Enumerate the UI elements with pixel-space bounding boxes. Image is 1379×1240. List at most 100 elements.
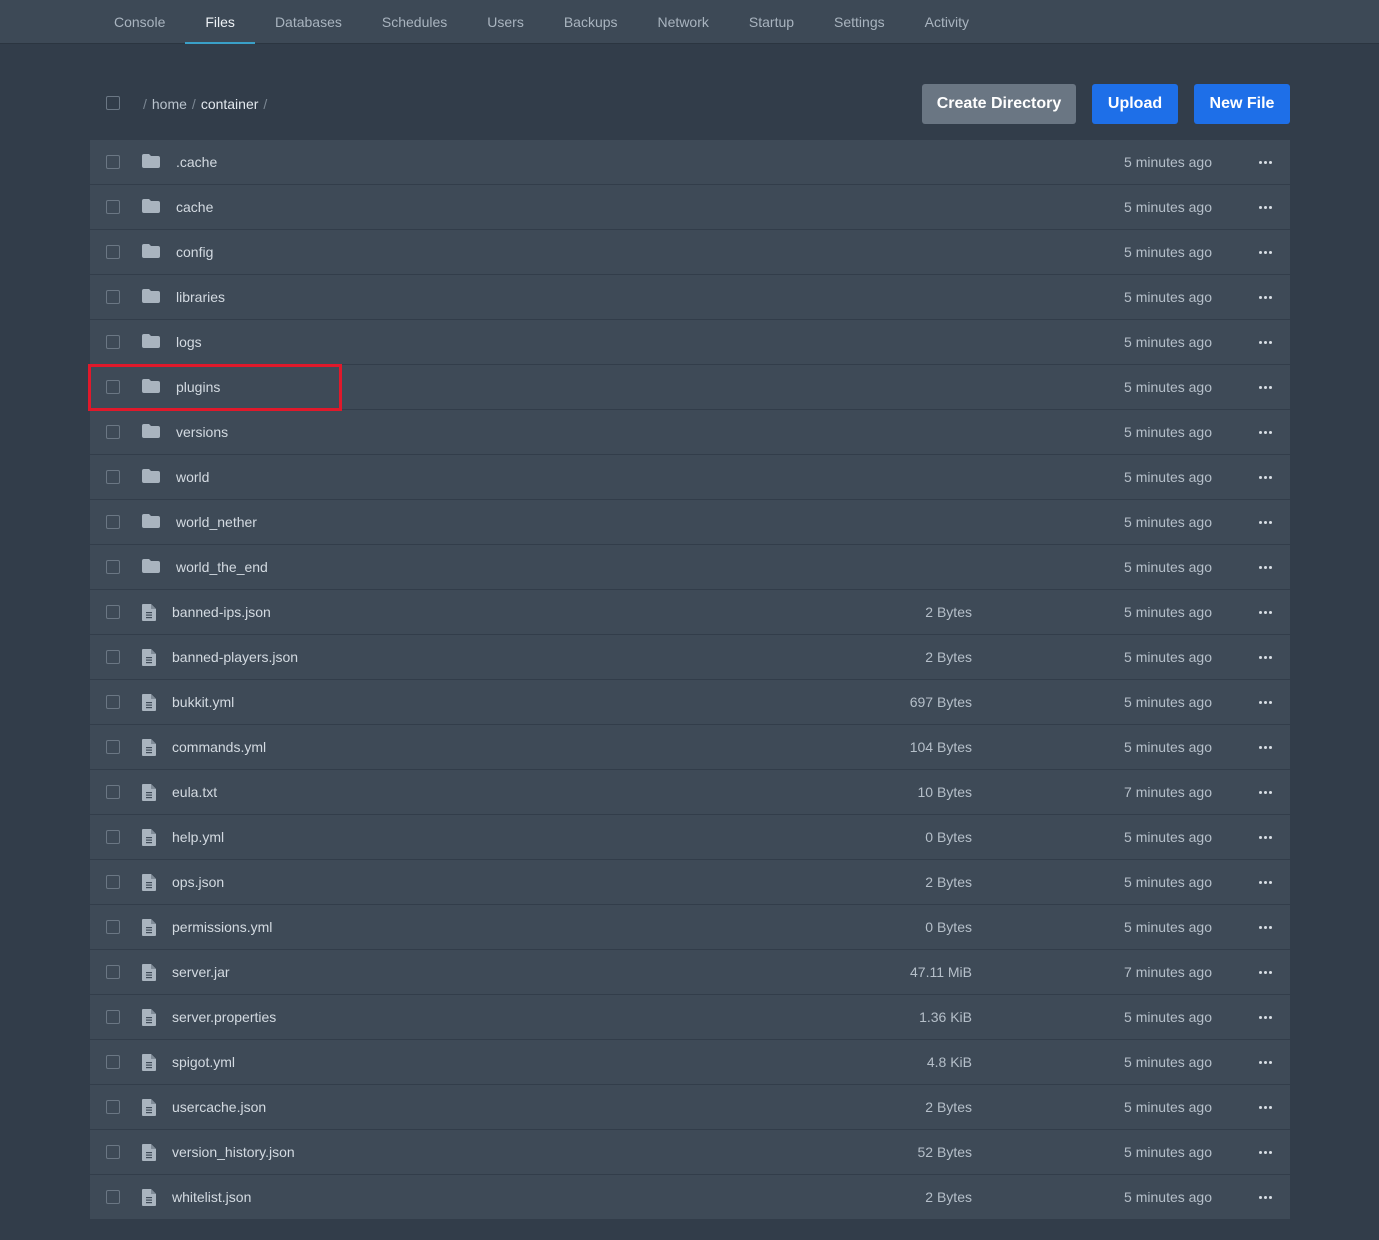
row-checkbox[interactable] (106, 740, 120, 754)
tab-schedules[interactable]: Schedules (362, 0, 467, 43)
file-name[interactable]: config (176, 230, 213, 274)
row-checkbox[interactable] (106, 785, 120, 799)
file-name[interactable]: ops.json (172, 860, 224, 904)
file-name[interactable]: world (176, 455, 209, 499)
new-file-button[interactable]: New File (1194, 84, 1290, 124)
more-options-icon[interactable] (1256, 455, 1274, 499)
file-name[interactable]: cache (176, 185, 213, 229)
select-all-checkbox[interactable] (106, 96, 120, 110)
more-options-icon[interactable] (1256, 1175, 1274, 1219)
more-options-icon[interactable] (1256, 500, 1274, 544)
more-options-icon[interactable] (1256, 950, 1274, 994)
more-options-icon[interactable] (1256, 905, 1274, 949)
more-options-icon[interactable] (1256, 140, 1274, 184)
file-row[interactable]: banned-players.json 2 Bytes 5 minutes ago (90, 635, 1290, 679)
row-checkbox[interactable] (106, 470, 120, 484)
file-name[interactable]: .cache (176, 140, 217, 184)
tab-network[interactable]: Network (638, 0, 729, 43)
more-options-icon[interactable] (1256, 590, 1274, 634)
more-options-icon[interactable] (1256, 545, 1274, 589)
file-row[interactable]: help.yml 0 Bytes 5 minutes ago (90, 815, 1290, 859)
row-checkbox[interactable] (106, 875, 120, 889)
file-row[interactable]: ops.json 2 Bytes 5 minutes ago (90, 860, 1290, 904)
upload-button[interactable]: Upload (1092, 84, 1178, 124)
more-options-icon[interactable] (1256, 635, 1274, 679)
row-checkbox[interactable] (106, 1055, 120, 1069)
tab-startup[interactable]: Startup (729, 0, 814, 43)
file-name[interactable]: server.jar (172, 950, 230, 994)
file-row[interactable]: bukkit.yml 697 Bytes 5 minutes ago (90, 680, 1290, 724)
file-name[interactable]: libraries (176, 275, 225, 319)
tab-users[interactable]: Users (467, 0, 544, 43)
more-options-icon[interactable] (1256, 1040, 1274, 1084)
tab-backups[interactable]: Backups (544, 0, 638, 43)
row-checkbox[interactable] (106, 155, 120, 169)
row-checkbox[interactable] (106, 425, 120, 439)
file-name[interactable]: whitelist.json (172, 1175, 251, 1219)
more-options-icon[interactable] (1256, 275, 1274, 319)
file-name[interactable]: eula.txt (172, 770, 217, 814)
row-checkbox[interactable] (106, 965, 120, 979)
file-row[interactable]: config 5 minutes ago (90, 230, 1290, 274)
row-checkbox[interactable] (106, 290, 120, 304)
row-checkbox[interactable] (106, 200, 120, 214)
file-row[interactable]: version_history.json 52 Bytes 5 minutes ag… (90, 1130, 1290, 1174)
row-checkbox[interactable] (106, 650, 120, 664)
file-name[interactable]: spigot.yml (172, 1040, 235, 1084)
file-row[interactable]: commands.yml 104 Bytes 5 minutes ago (90, 725, 1290, 769)
row-checkbox[interactable] (106, 1010, 120, 1024)
file-name[interactable]: world_nether (176, 500, 257, 544)
more-options-icon[interactable] (1256, 815, 1274, 859)
file-name[interactable]: server.properties (172, 995, 276, 1039)
more-options-icon[interactable] (1256, 230, 1274, 274)
more-options-icon[interactable] (1256, 770, 1274, 814)
file-name[interactable]: banned-players.json (172, 635, 298, 679)
file-name[interactable]: plugins (176, 365, 220, 409)
file-row[interactable]: world_nether 5 minutes ago (90, 500, 1290, 544)
create-directory-button[interactable]: Create Directory (922, 84, 1076, 124)
more-options-icon[interactable] (1256, 1130, 1274, 1174)
file-row[interactable]: .cache 5 minutes ago (90, 140, 1290, 184)
file-row[interactable]: permissions.yml 0 Bytes 5 minutes ago (90, 905, 1290, 949)
more-options-icon[interactable] (1256, 365, 1274, 409)
tab-settings[interactable]: Settings (814, 0, 905, 43)
file-name[interactable]: banned-ips.json (172, 590, 271, 634)
row-checkbox[interactable] (106, 695, 120, 709)
row-checkbox[interactable] (106, 245, 120, 259)
file-row[interactable]: plugins 5 minutes ago (90, 365, 1290, 409)
tab-console[interactable]: Console (94, 0, 185, 43)
row-checkbox[interactable] (106, 1145, 120, 1159)
file-name[interactable]: version_history.json (172, 1130, 295, 1174)
file-row[interactable]: server.jar 47.11 MiB 7 minutes ago (90, 950, 1290, 994)
file-name[interactable]: permissions.yml (172, 905, 272, 949)
more-options-icon[interactable] (1256, 680, 1274, 724)
more-options-icon[interactable] (1256, 410, 1274, 454)
file-row[interactable]: spigot.yml 4.8 KiB 5 minutes ago (90, 1040, 1290, 1084)
file-name[interactable]: help.yml (172, 815, 224, 859)
file-name[interactable]: commands.yml (172, 725, 266, 769)
file-row[interactable]: logs 5 minutes ago (90, 320, 1290, 364)
row-checkbox[interactable] (106, 560, 120, 574)
row-checkbox[interactable] (106, 830, 120, 844)
file-row[interactable]: usercache.json 2 Bytes 5 minutes ago (90, 1085, 1290, 1129)
row-checkbox[interactable] (106, 1190, 120, 1204)
more-options-icon[interactable] (1256, 725, 1274, 769)
tab-databases[interactable]: Databases (255, 0, 362, 43)
row-checkbox[interactable] (106, 380, 120, 394)
row-checkbox[interactable] (106, 515, 120, 529)
file-row[interactable]: cache 5 minutes ago (90, 185, 1290, 229)
tab-activity[interactable]: Activity (905, 0, 989, 43)
file-row[interactable]: server.properties 1.36 KiB 5 minutes ago (90, 995, 1290, 1039)
file-row[interactable]: whitelist.json 2 Bytes 5 minutes ago (90, 1175, 1290, 1219)
file-row[interactable]: world_the_end 5 minutes ago (90, 545, 1290, 589)
tab-files[interactable]: Files (185, 0, 255, 44)
file-name[interactable]: logs (176, 320, 202, 364)
row-checkbox[interactable] (106, 605, 120, 619)
file-row[interactable]: banned-ips.json 2 Bytes 5 minutes ago (90, 590, 1290, 634)
file-row[interactable]: eula.txt 10 Bytes 7 minutes ago (90, 770, 1290, 814)
file-row[interactable]: libraries 5 minutes ago (90, 275, 1290, 319)
more-options-icon[interactable] (1256, 1085, 1274, 1129)
file-name[interactable]: usercache.json (172, 1085, 266, 1129)
file-row[interactable]: world 5 minutes ago (90, 455, 1290, 499)
breadcrumb-home[interactable]: home (152, 96, 187, 112)
